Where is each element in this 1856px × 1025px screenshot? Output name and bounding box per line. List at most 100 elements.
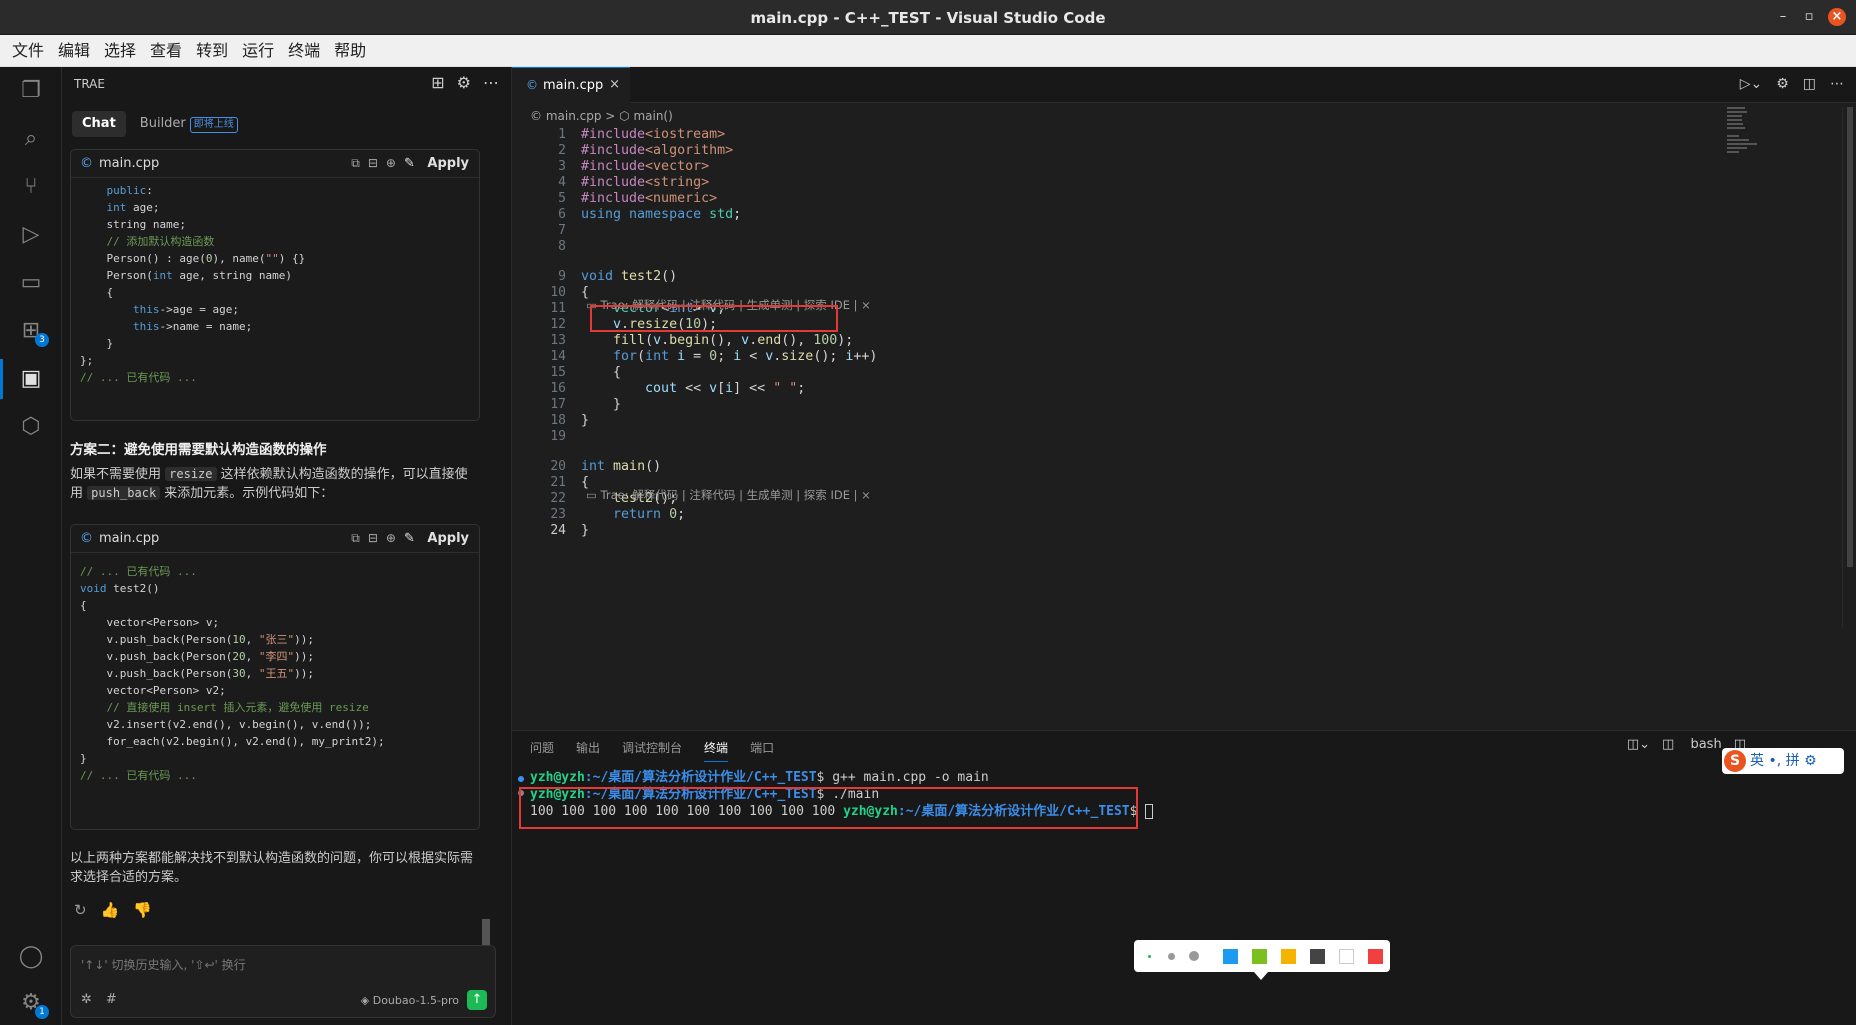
code-line: }	[80, 752, 87, 765]
maximize-button[interactable]: ▫	[1800, 8, 1818, 26]
trae-codelens[interactable]: ▭ Trae: 解释代码 | 注释代码 | 生成单测 | 探索 IDE | ×	[586, 486, 871, 505]
minimap[interactable]	[1727, 107, 1767, 167]
add-file-icon[interactable]: ⊕	[386, 531, 396, 545]
minimize-button[interactable]: –	[1774, 8, 1792, 26]
color-swatch-green[interactable]	[1252, 949, 1267, 964]
pen-size-medium[interactable]	[1168, 953, 1175, 960]
hash-icon[interactable]: #	[106, 992, 117, 1007]
scroll-thumb[interactable]	[1847, 107, 1853, 567]
breadcrumb-file[interactable]: © main.cpp	[530, 109, 601, 123]
menu-file[interactable]: 文件	[5, 35, 51, 67]
conclusion-line-2: 求选择合适的方案。	[70, 870, 188, 885]
inline-code: push_back	[87, 486, 161, 500]
menu-edit[interactable]: 编辑	[51, 35, 97, 67]
pen-size-small[interactable]	[1148, 955, 1151, 958]
code-line: this->name = name;	[132, 320, 253, 333]
settings-icon[interactable]: ⚙	[1776, 76, 1789, 92]
prompt-user: yzh@yzh	[530, 770, 585, 785]
ime-toolbar[interactable]: S英 •, 拼 ⚙	[1722, 748, 1844, 774]
add-file-icon[interactable]: ⊕	[386, 156, 396, 170]
code-line[interactable]: 24}	[512, 521, 1802, 540]
thumbs-down-icon[interactable]: 👎	[133, 901, 152, 919]
code-line[interactable]: 8	[512, 237, 1802, 256]
copy-icon[interactable]: ⧉	[351, 156, 360, 170]
solution-2-paragraph: 如果不需要使用 resize 这样依赖默认构造函数的操作，可以直接使 用 pus…	[70, 465, 480, 503]
feedback-row: ↻ 👍 👎	[74, 901, 166, 919]
breadcrumb: © main.cpp > ⬡ main()	[530, 109, 673, 123]
menu-view[interactable]: 查看	[143, 35, 189, 67]
send-button[interactable]: ↑	[467, 990, 487, 1010]
settings-badge: 1	[35, 1005, 49, 1019]
more-icon[interactable]: ⋯	[483, 73, 499, 92]
line-text: }	[581, 523, 590, 538]
explorer-icon[interactable]: ❐	[13, 73, 49, 109]
line-number: 24	[550, 523, 566, 538]
editor-tab-main-cpp[interactable]: © main.cpp ×	[512, 67, 630, 103]
close-window-button[interactable]: ×	[1828, 8, 1846, 26]
trae-chat-icon[interactable]: ▣	[13, 361, 49, 397]
ime-punct[interactable]: •,	[1768, 753, 1781, 769]
apply-button[interactable]: ✎ Apply	[404, 156, 469, 171]
tab-chat[interactable]: Chat	[72, 111, 126, 137]
codelens-text: Trae: 解释代码 | 注释代码 | 生成单测 | 探索 IDE | ×	[600, 488, 871, 502]
more-icon[interactable]: ⋯	[1830, 76, 1844, 92]
menu-go[interactable]: 转到	[189, 35, 235, 67]
tab-ports[interactable]: 端口	[750, 741, 774, 761]
apply-button[interactable]: ✎ Apply	[404, 531, 469, 546]
settings-gear-icon[interactable]: ⚙ 1	[13, 985, 49, 1021]
model-selector[interactable]: ◈ Doubao-1.5-pro	[361, 994, 459, 1007]
input-tools: ✲ #	[81, 992, 131, 1007]
menu-terminal[interactable]: 终端	[281, 35, 327, 67]
line-number: 8	[558, 239, 566, 254]
cpp-file-icon: ©	[80, 156, 93, 171]
settings-icon[interactable]: ⚙	[457, 73, 471, 92]
breadcrumb-symbol[interactable]: ⬡ main()	[619, 109, 673, 123]
menu-run[interactable]: 运行	[235, 35, 281, 67]
terminal-shell[interactable]: ◫ bash	[1662, 737, 1722, 752]
thumbs-up-icon[interactable]: 👍	[101, 901, 120, 919]
run-icon[interactable]: ▷⌄	[1740, 76, 1763, 92]
color-swatch-blue[interactable]	[1223, 949, 1238, 964]
split-editor-icon[interactable]: ◫	[1803, 76, 1816, 92]
chat-input-box[interactable]: '↑↓' 切换历史输入, '⇧↩' 换行 ✲ # ◈ Doubao-1.5-pro…	[70, 945, 496, 1018]
code-line[interactable]: 19	[512, 427, 1802, 446]
color-swatch-red[interactable]	[1368, 949, 1383, 964]
tab-builder[interactable]: Builder 即将上线	[130, 111, 248, 137]
code-line: // ... 已有代码 ...	[80, 371, 197, 384]
search-icon[interactable]: ⌕	[13, 121, 49, 157]
cpp-file-icon: ©	[80, 531, 93, 546]
ime-mode[interactable]: 拼	[1786, 753, 1800, 769]
tab-problems[interactable]: 问题	[530, 741, 554, 761]
copy-icon[interactable]: ⧉	[351, 531, 360, 545]
magic-icon[interactable]: ✲	[81, 992, 92, 1007]
color-swatch-yellow[interactable]	[1281, 949, 1296, 964]
tab-terminal[interactable]: 终端	[704, 741, 729, 762]
source-control-icon[interactable]: ⑂	[13, 169, 49, 205]
insert-icon[interactable]: ⊟	[368, 156, 378, 170]
tab-debug-console[interactable]: 调试控制台	[622, 741, 682, 761]
solution-2-heading: 方案二：避免使用需要默认构造函数的操作	[70, 442, 327, 458]
menu-help[interactable]: 帮助	[327, 35, 373, 67]
color-swatch-dark[interactable]	[1310, 949, 1325, 964]
ime-settings-icon[interactable]: ⚙	[1804, 753, 1817, 769]
close-tab-icon[interactable]: ×	[609, 77, 620, 92]
chat-input-placeholder[interactable]: '↑↓' 切换历史输入, '⇧↩' 换行	[81, 956, 246, 973]
pen-size-large[interactable]	[1189, 951, 1199, 961]
para-text: 来添加元素。示例代码如下：	[160, 486, 334, 501]
coming-soon-badge: 即将上线	[189, 117, 238, 133]
account-icon[interactable]: ◯	[13, 939, 49, 975]
editor-scrollbar[interactable]	[1842, 107, 1856, 627]
regenerate-icon[interactable]: ↻	[74, 901, 87, 919]
chat-scrollbar[interactable]	[482, 129, 490, 979]
extensions-icon[interactable]: ⊞ 3	[13, 313, 49, 349]
insert-icon[interactable]: ⊟	[368, 531, 378, 545]
ime-lang[interactable]: 英	[1750, 753, 1764, 769]
tab-output[interactable]: 输出	[576, 741, 600, 761]
menu-selection[interactable]: 选择	[97, 35, 143, 67]
color-swatch-white[interactable]	[1339, 949, 1354, 964]
package-icon[interactable]: ⬡	[13, 409, 49, 445]
new-chat-icon[interactable]: ⊞	[431, 73, 444, 92]
layout-icon[interactable]: ◫⌄	[1627, 737, 1650, 752]
run-debug-icon[interactable]: ▷	[13, 217, 49, 253]
remote-explorer-icon[interactable]: ▭	[13, 265, 49, 301]
